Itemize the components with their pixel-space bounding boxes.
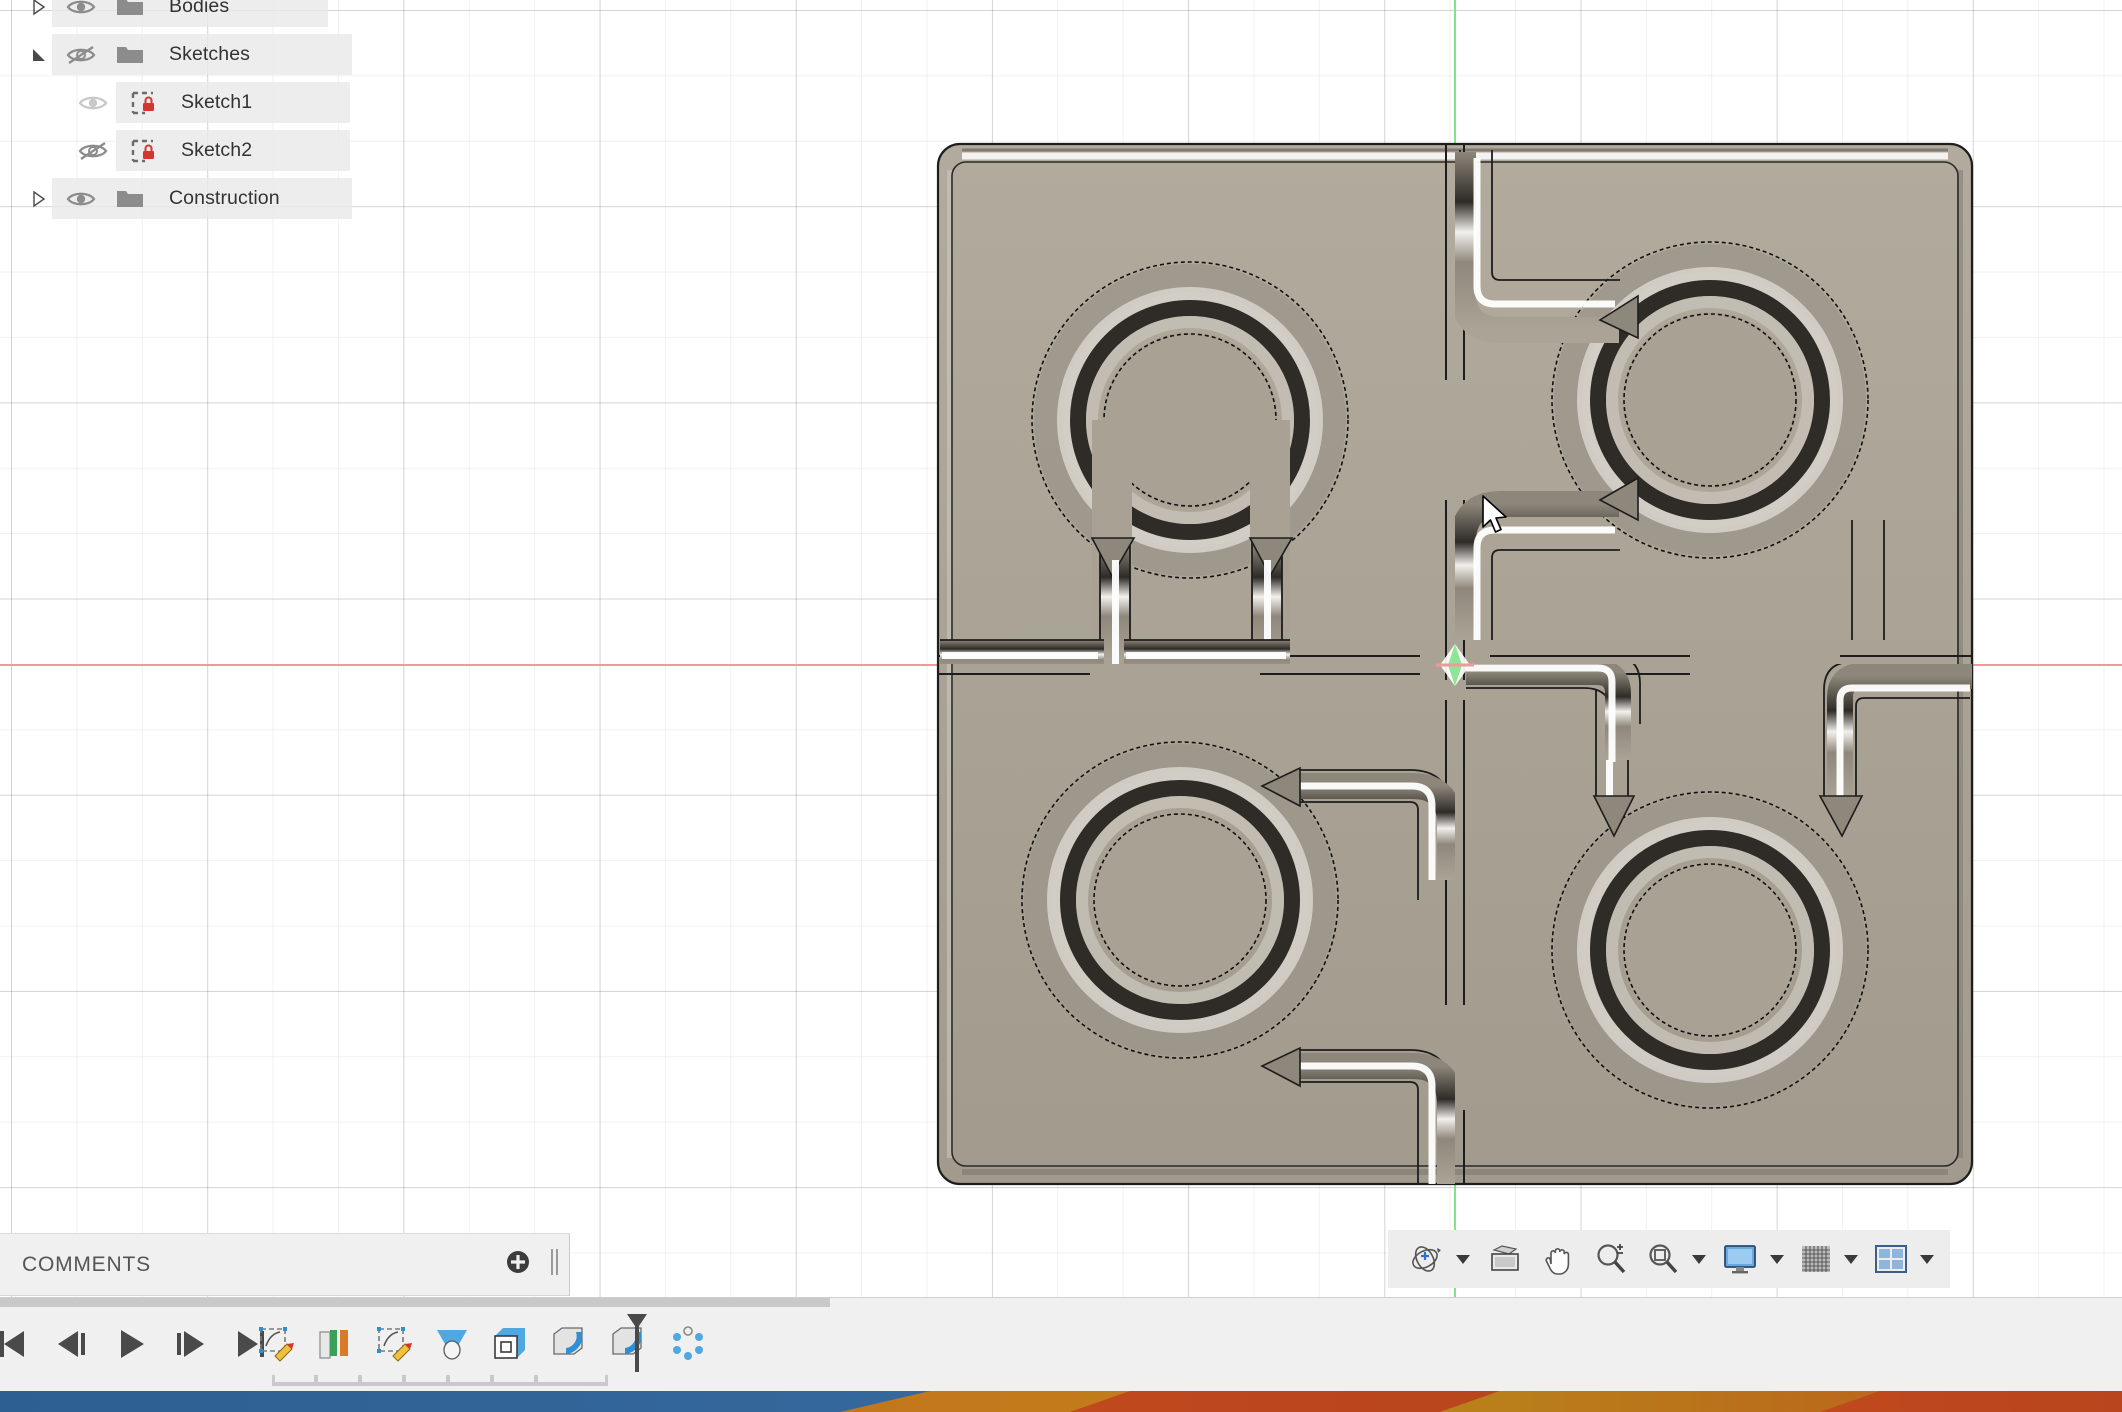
sketch-feature-icon[interactable]: [252, 1321, 298, 1367]
zoom-in-icon[interactable]: [1586, 1235, 1636, 1283]
tree-label: Sketches: [169, 43, 250, 66]
chevron-down-icon[interactable]: [1768, 1235, 1790, 1283]
pan-hand-icon[interactable]: [1534, 1235, 1584, 1283]
plane-icon[interactable]: [311, 1321, 357, 1367]
chevron-down-icon[interactable]: [1842, 1235, 1864, 1283]
visibility-eye-icon[interactable]: [64, 186, 98, 212]
timeline-bar[interactable]: [0, 1297, 2122, 1391]
x-axis-line: [0, 664, 2122, 666]
tree-node-bodies[interactable]: Bodies: [0, 0, 420, 23]
folder-icon: [114, 0, 146, 20]
sketch-feature-icon[interactable]: [370, 1321, 416, 1367]
fillet-icon[interactable]: [547, 1321, 593, 1367]
comments-panel[interactable]: COMMENTS: [0, 1233, 570, 1296]
tree-label: Sketch1: [181, 91, 252, 114]
step-forward-icon[interactable]: [170, 1323, 212, 1365]
visibility-eye-icon[interactable]: [76, 90, 110, 116]
tree-node-sketch1[interactable]: Sketch1: [0, 86, 420, 119]
view-toolbar[interactable]: [1388, 1230, 1950, 1288]
chevron-down-icon[interactable]: [1454, 1235, 1476, 1283]
zoom-window-icon[interactable]: [1638, 1235, 1688, 1283]
skip-to-start-icon[interactable]: [0, 1323, 32, 1365]
folder-icon: [114, 186, 146, 212]
circular-pattern-icon[interactable]: [665, 1321, 711, 1367]
extrude-icon[interactable]: [429, 1321, 475, 1367]
chevron-down-icon[interactable]: [1918, 1235, 1940, 1283]
sketch-locked-icon: [128, 136, 158, 166]
timeline-end-marker[interactable]: [625, 1312, 649, 1374]
expand-arrow-icon[interactable]: [26, 0, 52, 20]
viewports-icon[interactable]: [1866, 1235, 1916, 1283]
brand-accent-strip: [0, 1391, 2122, 1412]
add-comment-icon[interactable]: [505, 1249, 531, 1280]
monitor-icon[interactable]: [1714, 1235, 1766, 1283]
sketch-locked-icon: [128, 88, 158, 118]
browser-tree[interactable]: Bodies Sketches: [0, 0, 420, 230]
timeline-scrollbar[interactable]: [0, 1298, 830, 1307]
tree-label: Bodies: [169, 0, 229, 18]
timeline-playback-controls[interactable]: [0, 1310, 272, 1378]
visibility-eye-off-icon[interactable]: [76, 138, 110, 164]
folder-icon: [114, 42, 146, 68]
tree-label: Construction: [169, 187, 280, 210]
y-axis-line: [1454, 0, 1456, 1412]
tree-label: Sketch2: [181, 139, 252, 162]
orbit-icon[interactable]: [1398, 1235, 1452, 1283]
expand-arrow-icon[interactable]: [26, 186, 52, 212]
look-at-icon[interactable]: [1478, 1235, 1532, 1283]
visibility-eye-icon[interactable]: [64, 0, 98, 20]
mouse-cursor: [1482, 495, 1512, 539]
resize-grip-icon[interactable]: [549, 1247, 561, 1282]
tree-node-sketch2[interactable]: Sketch2: [0, 134, 420, 167]
comments-title: COMMENTS: [22, 1253, 151, 1277]
tree-node-sketches[interactable]: Sketches: [0, 38, 420, 71]
collapse-arrow-icon[interactable]: [26, 42, 52, 68]
tree-node-construction[interactable]: Construction: [0, 182, 420, 215]
grid-icon[interactable]: [1792, 1235, 1840, 1283]
step-backward-icon[interactable]: [50, 1323, 92, 1365]
box-offset-icon[interactable]: [488, 1321, 534, 1367]
play-icon[interactable]: [110, 1323, 152, 1365]
visibility-eye-off-icon[interactable]: [64, 42, 98, 68]
chevron-down-icon[interactable]: [1690, 1235, 1712, 1283]
timeline-rail: [272, 1374, 608, 1386]
